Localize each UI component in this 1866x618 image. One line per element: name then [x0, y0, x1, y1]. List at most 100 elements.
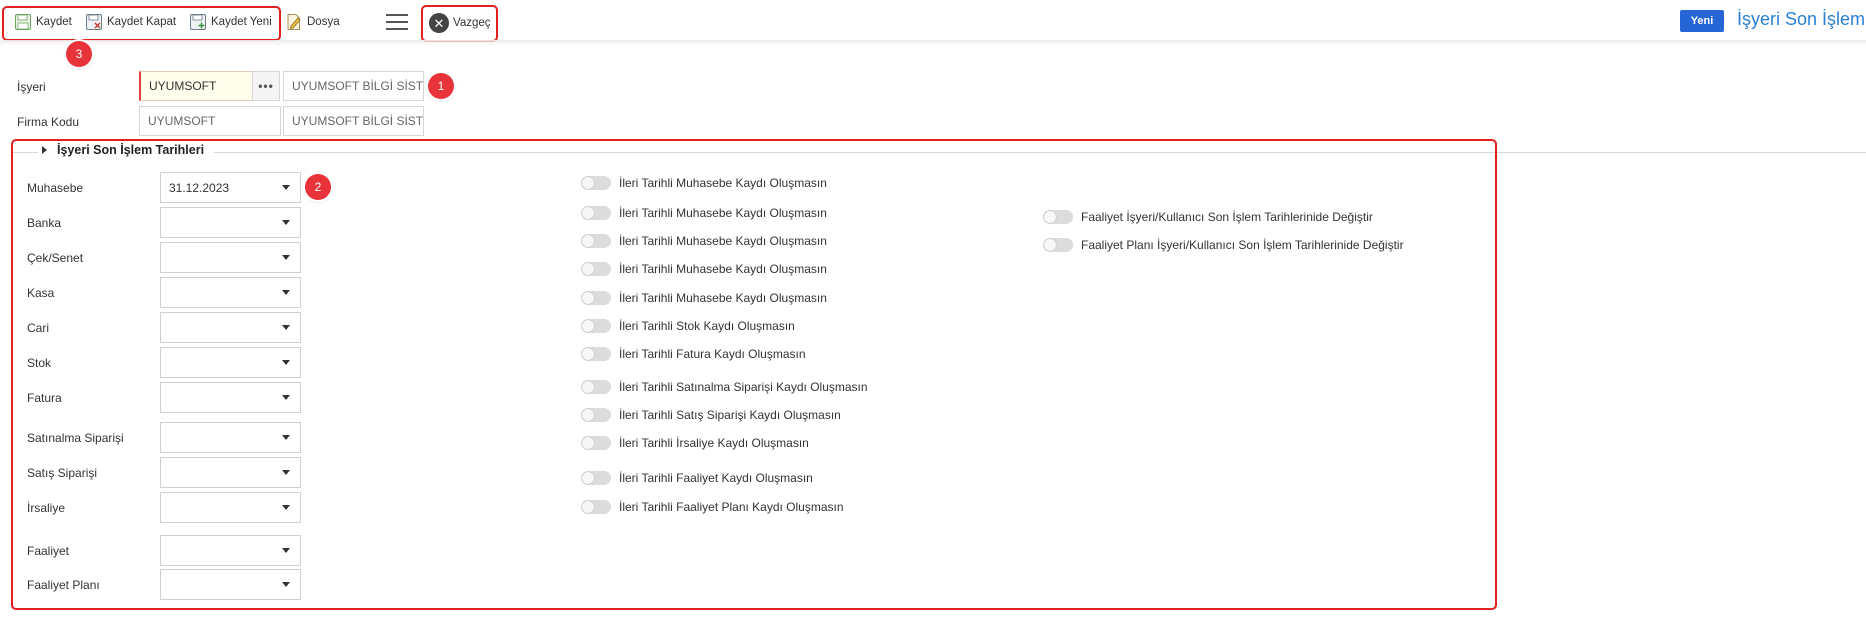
- isyeri-name-field: UYUMSOFT BİLGİ SİSTEMLERİ: [283, 71, 424, 101]
- toggle-row: İleri Tarihli Muhasebe Kaydı Oluşmasın: [581, 291, 827, 305]
- toggle-label: Faaliyet Planı İşyeri/Kullanıcı Son İşle…: [1081, 238, 1404, 252]
- toggle-label: İleri Tarihli Muhasebe Kaydı Oluşmasın: [619, 176, 827, 190]
- chevron-down-icon: [282, 395, 290, 400]
- cancel-button[interactable]: ✕ Vazgeç: [429, 11, 491, 35]
- chevron-down-icon: [282, 435, 290, 440]
- date-dropdown[interactable]: [160, 277, 301, 308]
- toggle-switch[interactable]: [581, 319, 611, 333]
- toggle-switch[interactable]: [581, 176, 611, 190]
- extra-toggle-row: Faaliyet İşyeri/Kullanıcı Son İşlem Tari…: [1043, 210, 1373, 224]
- toggle-label: İleri Tarihli Faaliyet Planı Kaydı Oluşm…: [619, 500, 844, 514]
- toggle-switch[interactable]: [581, 291, 611, 305]
- toggle-row: İleri Tarihli Fatura Kaydı Oluşmasın: [581, 347, 806, 361]
- group-title: İşyeri Son İşlem Tarihleri: [57, 143, 205, 157]
- file-label: Dosya: [307, 16, 340, 28]
- chevron-down-icon: [282, 290, 290, 295]
- toggle-switch[interactable]: [581, 500, 611, 514]
- toggle-label: İleri Tarihli Fatura Kaydı Oluşmasın: [619, 347, 806, 361]
- save-close-button[interactable]: Kaydet Kapat: [85, 10, 176, 34]
- save-icon: [14, 13, 32, 31]
- chevron-down-icon: [282, 505, 290, 510]
- date-label: Banka: [27, 216, 62, 230]
- isyeri-lookup-button[interactable]: •••: [252, 71, 280, 101]
- date-dropdown[interactable]: [160, 492, 301, 523]
- file-button[interactable]: Dosya: [285, 10, 340, 34]
- date-label: Çek/Senet: [27, 251, 84, 265]
- date-label: İrsaliye: [27, 501, 66, 515]
- group-header[interactable]: İşyeri Son İşlem Tarihleri: [38, 143, 215, 157]
- menu-icon[interactable]: [386, 14, 408, 30]
- save-label: Kaydet: [36, 16, 72, 28]
- toggle-row: İleri Tarihli İrsaliye Kaydı Oluşmasın: [581, 436, 809, 450]
- save-new-label: Kaydet Yeni: [211, 16, 272, 28]
- toggle-label: İleri Tarihli Faaliyet Kaydı Oluşmasın: [619, 471, 813, 485]
- new-badge[interactable]: Yeni: [1680, 10, 1724, 32]
- chevron-down-icon: [282, 582, 290, 587]
- date-label: Fatura: [27, 391, 62, 405]
- toggle-row: İleri Tarihli Muhasebe Kaydı Oluşmasın: [581, 234, 827, 248]
- save-button[interactable]: Kaydet: [14, 10, 72, 34]
- chevron-down-icon: [282, 548, 290, 553]
- toggle-switch[interactable]: [581, 436, 611, 450]
- save-new-icon: [189, 13, 207, 31]
- date-dropdown[interactable]: [160, 312, 301, 343]
- toggle-row: İleri Tarihli Muhasebe Kaydı Oluşmasın: [581, 176, 827, 190]
- date-label: Cari: [27, 321, 50, 335]
- toggle-label: İleri Tarihli Muhasebe Kaydı Oluşmasın: [619, 262, 827, 276]
- toggle-row: İleri Tarihli Satınalma Siparişi Kaydı O…: [581, 380, 868, 394]
- toggle-label: İleri Tarihli Muhasebe Kaydı Oluşmasın: [619, 291, 827, 305]
- toggle-switch[interactable]: [581, 262, 611, 276]
- toggle-switch[interactable]: [581, 347, 611, 361]
- chevron-down-icon: [282, 255, 290, 260]
- toggle-row: İleri Tarihli Muhasebe Kaydı Oluşmasın: [581, 206, 827, 220]
- date-label: Kasa: [27, 286, 55, 300]
- date-dropdown[interactable]: [160, 422, 301, 453]
- date-dropdown[interactable]: [160, 535, 301, 566]
- save-close-label: Kaydet Kapat: [107, 16, 177, 28]
- date-dropdown[interactable]: [160, 569, 301, 600]
- extra-toggle-row: Faaliyet Planı İşyeri/Kullanıcı Son İşle…: [1043, 238, 1404, 252]
- toggle-row: İleri Tarihli Faaliyet Planı Kaydı Oluşm…: [581, 500, 844, 514]
- firma-label: Firma Kodu: [17, 115, 80, 129]
- toggle-switch[interactable]: [581, 471, 611, 485]
- toggle-label: İleri Tarihli İrsaliye Kaydı Oluşmasın: [619, 436, 809, 450]
- chevron-down-icon: [282, 360, 290, 365]
- step-marker-1: 1: [428, 73, 454, 99]
- date-label: Satış Siparişi: [27, 466, 98, 480]
- step-marker-3: 3: [66, 41, 92, 67]
- date-dropdown[interactable]: [160, 207, 301, 238]
- date-label: Satınalma Siparişi: [27, 431, 124, 445]
- toggle-switch[interactable]: [581, 408, 611, 422]
- toggle-switch[interactable]: [1043, 210, 1073, 224]
- isyeri-label: İşyeri: [17, 80, 46, 94]
- date-value: 31.12.2023: [169, 180, 230, 195]
- date-label: Muhasebe: [27, 181, 84, 195]
- page-title: İşyeri Son İşlem Tarihleri: [1737, 9, 1866, 29]
- date-dropdown[interactable]: [160, 242, 301, 273]
- toggle-row: İleri Tarihli Satış Siparişi Kaydı Oluşm…: [581, 408, 841, 422]
- toggle-switch[interactable]: [1043, 238, 1073, 252]
- toggle-label: İleri Tarihli Muhasebe Kaydı Oluşmasın: [619, 234, 827, 248]
- caret-right-icon: [42, 146, 47, 154]
- isyeri-code-input[interactable]: UYUMSOFT: [139, 71, 253, 101]
- toggle-switch[interactable]: [581, 234, 611, 248]
- toggle-row: İleri Tarihli Stok Kaydı Oluşmasın: [581, 319, 795, 333]
- date-dropdown[interactable]: 31.12.2023: [160, 172, 301, 203]
- toggle-switch[interactable]: [581, 206, 611, 220]
- date-dropdown[interactable]: [160, 347, 301, 378]
- firma-name-field: UYUMSOFT BİLGİ SİSTEMLERİ: [283, 106, 424, 136]
- save-new-button[interactable]: Kaydet Yeni: [189, 10, 272, 34]
- date-label: Stok: [27, 356, 52, 370]
- date-dropdown[interactable]: [160, 382, 301, 413]
- cancel-label: Vazgeç: [453, 17, 491, 29]
- chevron-down-icon: [282, 185, 290, 190]
- save-close-icon: [85, 13, 103, 31]
- date-dropdown[interactable]: [160, 457, 301, 488]
- close-icon: ✕: [429, 13, 449, 33]
- chevron-down-icon: [282, 325, 290, 330]
- date-label: Faaliyet Planı: [27, 578, 100, 592]
- toggle-switch[interactable]: [581, 380, 611, 394]
- date-label: Faaliyet: [27, 544, 70, 558]
- step-marker-2: 2: [305, 174, 331, 200]
- toggle-label: Faaliyet İşyeri/Kullanıcı Son İşlem Tari…: [1081, 210, 1373, 224]
